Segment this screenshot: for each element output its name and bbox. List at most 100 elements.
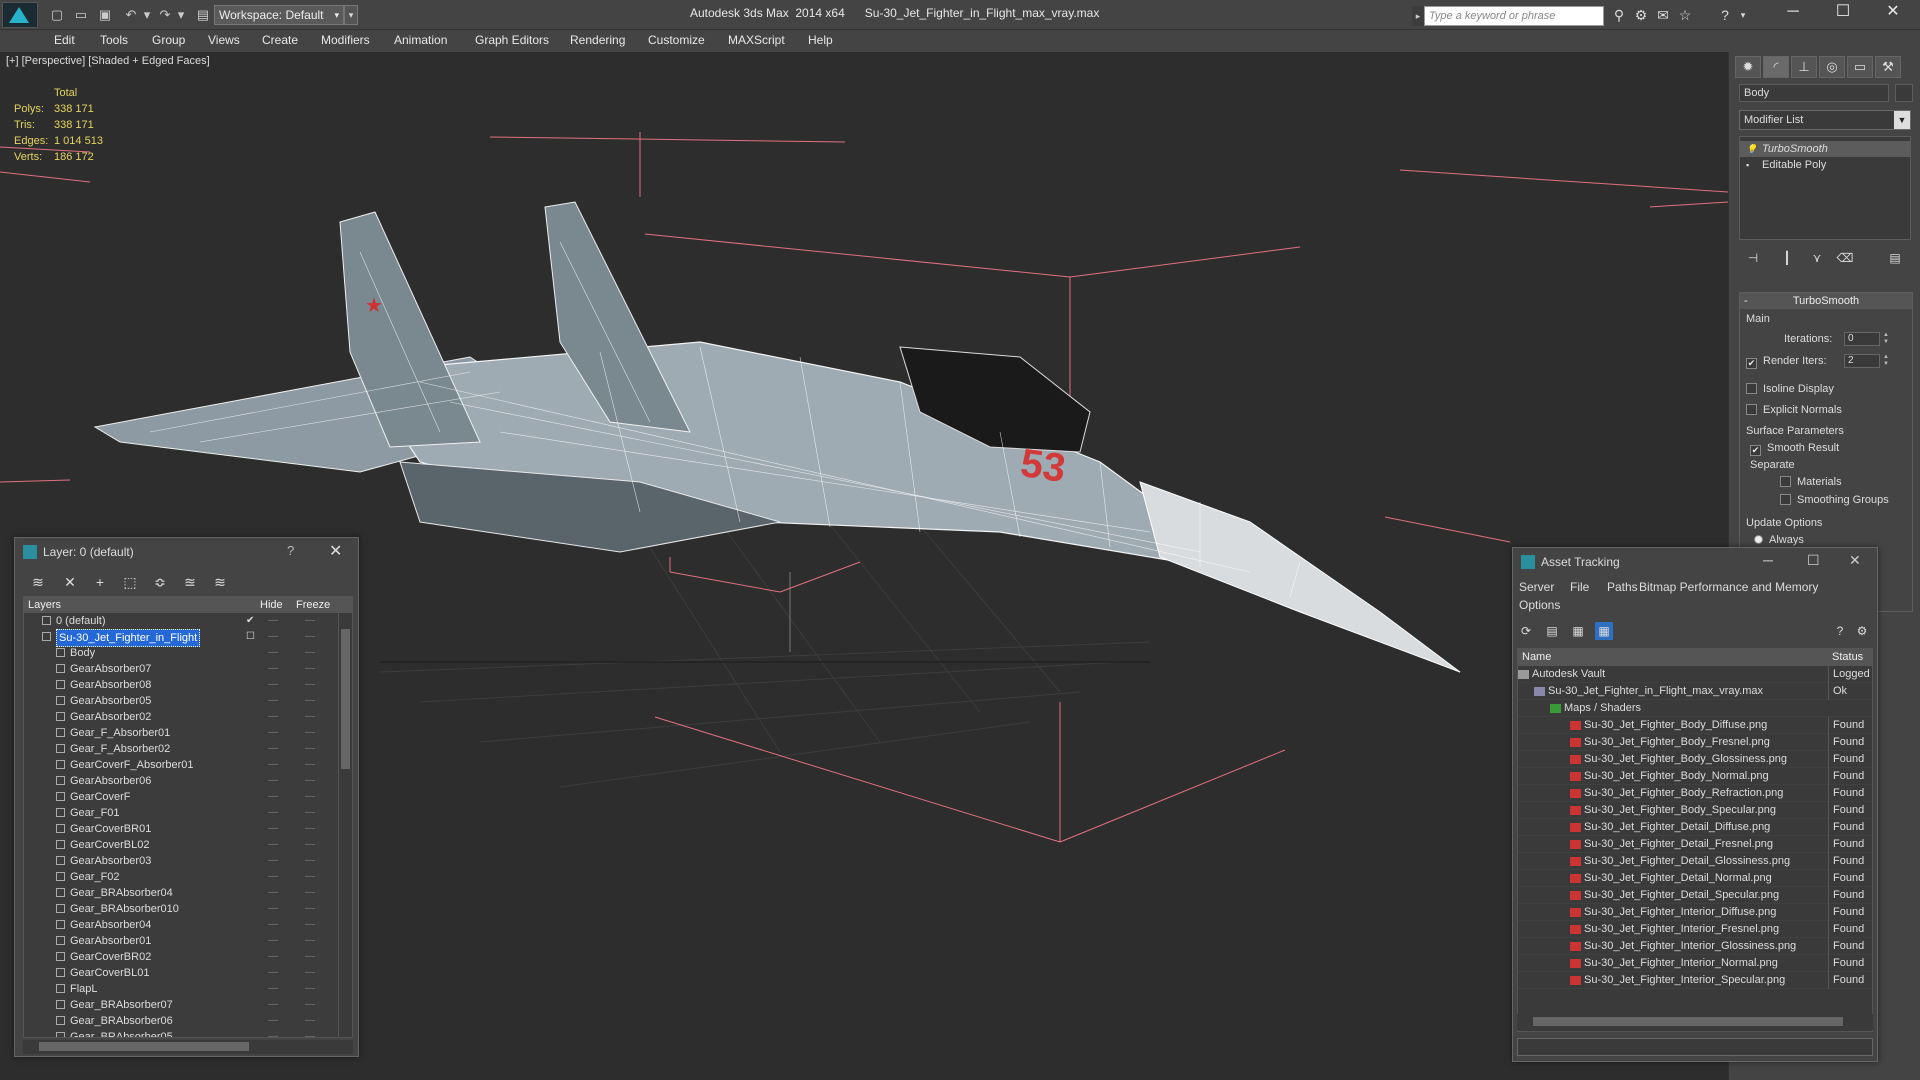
subscription-icon[interactable]: ⚙	[1632, 6, 1650, 24]
freeze-toggle[interactable]: —	[305, 757, 319, 773]
hide-toggle[interactable]: —	[268, 693, 282, 709]
favorites-star-icon[interactable]: ☆	[1676, 6, 1694, 24]
layer-row[interactable]: Gear_BRAbsorber04 — —	[24, 885, 338, 901]
layer-row[interactable]: GearAbsorber06 — —	[24, 773, 338, 789]
asset-row[interactable]: Su-30_Jet_Fighter_Body_Diffuse.png Found	[1518, 717, 1872, 734]
layer-row[interactable]: Gear_BRAbsorber07 — —	[24, 997, 338, 1013]
layer-row[interactable]: 0 (default) ✔ — —	[24, 613, 338, 629]
utilities-tab-icon[interactable]: ⚒	[1875, 56, 1901, 78]
pin-stack-icon[interactable]: ⊣	[1743, 248, 1763, 268]
maximize-button[interactable]: ☐	[1820, 0, 1866, 26]
layer-row[interactable]: GearAbsorber07 — —	[24, 661, 338, 677]
layer-row[interactable]: Body — —	[24, 645, 338, 661]
layer-row[interactable]: Gear_F02 — —	[24, 869, 338, 885]
layer-row[interactable]: GearAbsorber04 — —	[24, 917, 338, 933]
layer-row[interactable]: GearAbsorber08 — —	[24, 677, 338, 693]
freeze-toggle[interactable]: —	[305, 885, 319, 901]
layer-row[interactable]: Gear_BRAbsorber010 — —	[24, 901, 338, 917]
freeze-toggle[interactable]: —	[305, 645, 319, 661]
layer-row[interactable]: Gear_BRAbsorber05 — —	[24, 1029, 338, 1037]
asset-row[interactable]: Su-30_Jet_Fighter_Interior_Normal.png Fou…	[1518, 955, 1872, 972]
asset-row[interactable]: Su-30_Jet_Fighter_Detail_Glossiness.png F…	[1518, 853, 1872, 870]
column-layers[interactable]: Layers	[28, 597, 61, 613]
menu-group[interactable]: Group	[152, 30, 185, 52]
asset-row[interactable]: Su-30_Jet_Fighter_Detail_Fresnel.png Foun…	[1518, 836, 1872, 853]
layer-row[interactable]: Gear_F_Absorber02 — —	[24, 741, 338, 757]
minimize-button[interactable]: ─	[1770, 0, 1816, 26]
menu-views[interactable]: Views	[208, 30, 240, 52]
remove-modifier-icon[interactable]: ⌫	[1835, 248, 1855, 268]
select-objects-icon[interactable]: ⬚	[119, 572, 141, 592]
menu-customize[interactable]: Customize	[648, 30, 705, 52]
freeze-toggle[interactable]: —	[305, 725, 319, 741]
maximize-icon[interactable]: ☐	[1807, 552, 1820, 569]
highlight-layer-icon[interactable]: ≎	[149, 572, 171, 592]
hide-toggle[interactable]: —	[268, 613, 282, 629]
lightbulb-icon[interactable]: 💡	[1746, 144, 1757, 154]
layer-row[interactable]: Gear_F01 — —	[24, 805, 338, 821]
asset-menu-file[interactable]: File	[1570, 580, 1589, 594]
freeze-toggle[interactable]: —	[305, 901, 319, 917]
freeze-toggle[interactable]: —	[305, 853, 319, 869]
freeze-toggle[interactable]: —	[305, 693, 319, 709]
help-button[interactable]: ?	[287, 543, 294, 558]
menu-modifiers[interactable]: Modifiers	[321, 30, 370, 52]
layer-row[interactable]: GearCoverF_Absorber01 — —	[24, 757, 338, 773]
menu-graph-editors[interactable]: Graph Editors	[475, 30, 549, 52]
modifier-list-dropdown[interactable]: Modifier List ▼	[1739, 110, 1911, 130]
asset-window-titlebar[interactable]: Asset Tracking ─ ☐ ✕	[1513, 548, 1877, 576]
column-name[interactable]: Name	[1522, 649, 1551, 666]
stack-item-editable-poly[interactable]: ▪ Editable Poly	[1740, 157, 1910, 173]
column-freeze[interactable]: Freeze	[296, 597, 330, 613]
hide-toggle[interactable]: —	[268, 901, 282, 917]
help-dropdown-icon[interactable]: ▾	[1734, 6, 1752, 24]
freeze-toggle[interactable]: —	[305, 629, 319, 645]
viewport-label-menu[interactable]: [+] [Perspective] [Shaded + Edged Faces]	[6, 55, 210, 67]
hide-toggle[interactable]: —	[268, 757, 282, 773]
project-folder-icon[interactable]: ▤	[194, 6, 212, 24]
hide-toggle[interactable]: —	[268, 821, 282, 837]
asset-row[interactable]: Su-30_Jet_Fighter_Body_Specular.png Found	[1518, 802, 1872, 819]
app-menu-button[interactable]	[2, 2, 38, 28]
object-name-field[interactable]: Body	[1739, 84, 1889, 102]
menu-maxscript[interactable]: MAXScript	[728, 30, 785, 52]
scroll-thumb[interactable]	[39, 1042, 249, 1051]
settings-icon[interactable]: ⚙	[1853, 622, 1871, 640]
spinner-arrows-icon[interactable]: ▲ ▼	[1882, 354, 1890, 368]
minimize-icon[interactable]: ─	[1763, 552, 1773, 568]
stack-item-turbosmooth[interactable]: 💡 TurboSmooth	[1740, 141, 1910, 157]
scroll-thumb[interactable]	[341, 629, 350, 769]
layer-window-titlebar[interactable]: Layer: 0 (default) ? ✕	[15, 538, 358, 566]
motion-tab-icon[interactable]: ◎	[1819, 56, 1845, 78]
hide-toggle[interactable]: —	[268, 965, 282, 981]
freeze-toggle[interactable]: —	[305, 709, 319, 725]
hide-toggle[interactable]: —	[268, 1013, 282, 1029]
spinner-arrows-icon[interactable]: ▲ ▼	[1882, 332, 1890, 346]
menu-tools[interactable]: Tools	[100, 30, 128, 52]
hide-toggle[interactable]: —	[268, 981, 282, 997]
create-tab-icon[interactable]: ✹	[1735, 56, 1761, 78]
vertical-scrollbar[interactable]	[338, 613, 352, 1037]
horizontal-scrollbar[interactable]	[1517, 1014, 1873, 1030]
asset-row[interactable]: Su-30_Jet_Fighter_Detail_Specular.png Fou…	[1518, 887, 1872, 904]
show-end-result-icon[interactable]: ┃	[1777, 248, 1797, 268]
hide-toggle[interactable]: —	[268, 725, 282, 741]
materials-checkbox[interactable]	[1780, 476, 1791, 487]
freeze-toggle[interactable]: —	[305, 661, 319, 677]
always-radio[interactable]	[1754, 535, 1763, 544]
freeze-toggle[interactable]: —	[305, 981, 319, 997]
hide-toggle[interactable]: —	[268, 933, 282, 949]
asset-row[interactable]: Su-30_Jet_Fighter_Interior_Specular.png F…	[1518, 972, 1872, 989]
hide-toggle[interactable]: —	[268, 677, 282, 693]
layer-row[interactable]: Gear_BRAbsorber06 — —	[24, 1013, 338, 1029]
isoline-checkbox[interactable]	[1746, 383, 1757, 394]
add-to-layer-icon[interactable]: +	[89, 572, 111, 592]
smoothing-groups-checkbox[interactable]	[1780, 494, 1791, 505]
tree-view-icon[interactable]: ▦	[1569, 622, 1587, 640]
display-tab-icon[interactable]: ▭	[1847, 56, 1873, 78]
layer-row[interactable]: GearCoverF — —	[24, 789, 338, 805]
asset-row[interactable]: Su-30_Jet_Fighter_Body_Fresnel.png Found	[1518, 734, 1872, 751]
hide-toggle[interactable]: —	[268, 789, 282, 805]
create-layer-icon[interactable]: ≋	[27, 572, 49, 592]
new-file-icon[interactable]: ▢	[48, 6, 66, 24]
